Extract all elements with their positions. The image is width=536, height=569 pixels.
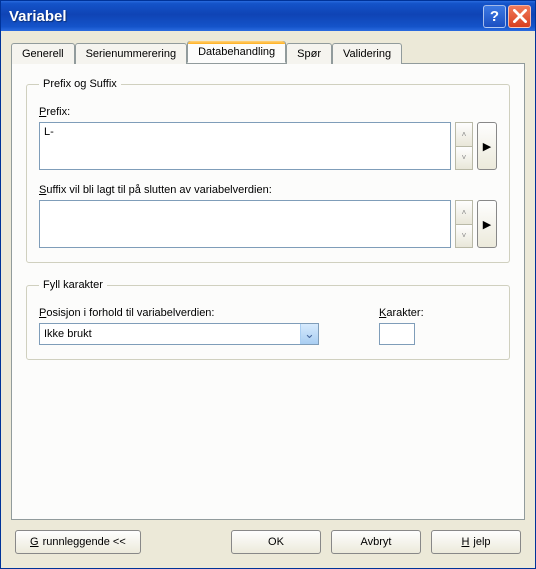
basic-toggle-button[interactable]: Grunnleggende << <box>15 530 141 554</box>
client-area: Generell Serienummerering Databehandling… <box>1 31 535 568</box>
fill-position-col: Posisjon i forhold til variabelverdien: … <box>39 303 319 345</box>
fill-char-label: Karakter: <box>379 307 424 319</box>
prefix-input[interactable] <box>39 122 451 170</box>
prefix-spin-down[interactable]: ˅ <box>455 146 473 171</box>
triangle-right-icon: ▶ <box>483 140 491 153</box>
suffix-spin-up[interactable]: ˄ <box>455 200 473 224</box>
tabstrip: Generell Serienummerering Databehandling… <box>11 41 525 63</box>
suffix-spin-down[interactable]: ˅ <box>455 224 473 249</box>
fill-position-select[interactable]: Ikke brukt ⌄ <box>39 323 319 345</box>
group-fill-character-legend: Fyll karakter <box>39 279 107 291</box>
suffix-menu-button[interactable]: ▶ <box>477 200 497 248</box>
titlebar: Variabel ? <box>1 1 535 31</box>
tab-serienummerering[interactable]: Serienummerering <box>75 43 187 64</box>
suffix-spinner: ˄ ˅ <box>455 200 473 248</box>
chevron-down-icon: ⌄ <box>304 330 315 338</box>
chevron-down-icon: ˅ <box>462 153 467 162</box>
chevron-up-icon: ˄ <box>462 130 467 139</box>
tabpanel-spacer <box>26 376 510 505</box>
titlebar-help-button[interactable]: ? <box>483 5 506 28</box>
suffix-row: ˄ ˅ ▶ <box>39 200 497 248</box>
prefix-spinner: ˄ ˅ <box>455 122 473 170</box>
ok-button[interactable]: OK <box>231 530 321 554</box>
group-prefix-suffix: Prefix og Suffix Prefix: ˄ ˅ ▶ Suffix vi… <box>26 78 510 263</box>
window-title: Variabel <box>9 8 481 25</box>
help-button[interactable]: Hjelp <box>431 530 521 554</box>
chevron-down-icon: ˅ <box>462 231 467 240</box>
close-icon <box>513 9 527 23</box>
tab-databehandling[interactable]: Databehandling <box>187 41 286 63</box>
tab-generell[interactable]: Generell <box>11 43 75 64</box>
suffix-input[interactable] <box>39 200 451 248</box>
cancel-button[interactable]: Avbryt <box>331 530 421 554</box>
fill-position-dropdown-button[interactable]: ⌄ <box>300 324 318 344</box>
chevron-up-icon: ˄ <box>462 208 467 217</box>
fill-position-label: Posisjon i forhold til variabelverdien: <box>39 307 319 319</box>
prefix-label: Prefix: <box>39 106 497 118</box>
fill-row: Posisjon i forhold til variabelverdien: … <box>39 303 497 345</box>
tab-spor[interactable]: Spør <box>286 43 332 64</box>
triangle-right-icon: ▶ <box>483 218 491 231</box>
tabpanel-databehandling: Prefix og Suffix Prefix: ˄ ˅ ▶ Suffix vi… <box>11 63 525 520</box>
group-fill-character: Fyll karakter Posisjon i forhold til var… <box>26 279 510 360</box>
group-prefix-suffix-legend: Prefix og Suffix <box>39 78 121 90</box>
fill-position-value: Ikke brukt <box>40 328 300 340</box>
prefix-row: ˄ ˅ ▶ <box>39 122 497 170</box>
suffix-label: Suffix vil bli lagt til på slutten av va… <box>39 184 497 196</box>
dialog-window: Variabel ? Generell Serienummerering Dat… <box>0 0 536 569</box>
fill-char-input[interactable] <box>379 323 415 345</box>
tab-validering[interactable]: Validering <box>332 43 402 64</box>
prefix-spin-up[interactable]: ˄ <box>455 122 473 146</box>
help-icon: ? <box>490 8 499 25</box>
prefix-menu-button[interactable]: ▶ <box>477 122 497 170</box>
fill-char-col: Karakter: <box>379 303 424 345</box>
titlebar-close-button[interactable] <box>508 5 531 28</box>
dialog-button-row: Grunnleggende << OK Avbryt Hjelp <box>11 520 525 558</box>
